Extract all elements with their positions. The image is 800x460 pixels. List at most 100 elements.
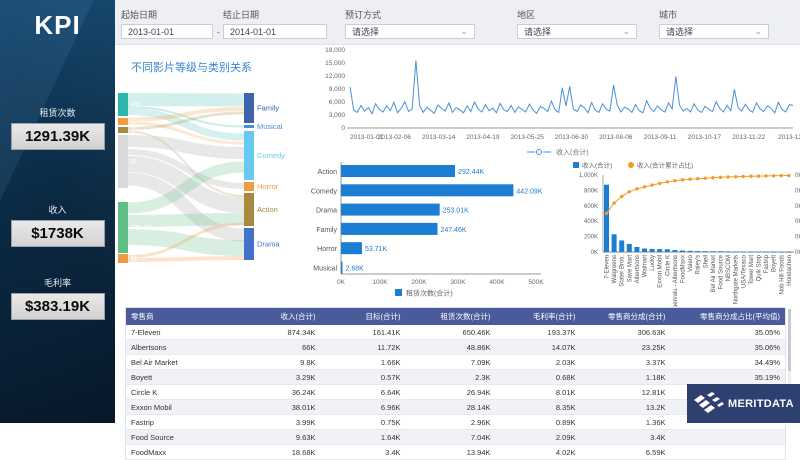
booking-method-select[interactable]: 请选择 ⌄ xyxy=(345,24,475,39)
svg-text:Raley's: Raley's xyxy=(696,255,702,275)
retailer-name-cell: Bel Air Market xyxy=(126,355,236,370)
table-row: Boyett3.29K0.57K2.3K0.68K1.18K35.19% xyxy=(126,370,786,385)
column-header: 零售商分成占比(平均值) xyxy=(671,308,786,326)
svg-text:2013-06-30: 2013-06-30 xyxy=(555,134,589,141)
svg-text:0: 0 xyxy=(341,125,345,132)
svg-text:15,000: 15,000 xyxy=(325,60,345,67)
svg-text:Comedy: Comedy xyxy=(311,188,338,195)
svg-text:Northgate Markets: Northgate Markets xyxy=(734,255,740,304)
svg-text:Musical: Musical xyxy=(313,266,337,273)
svg-text:0K: 0K xyxy=(795,219,800,225)
svg-text:Drama: Drama xyxy=(316,208,337,215)
metric-revenue: 收入 $1738K xyxy=(0,203,115,247)
value-cell: 2.03K xyxy=(496,355,581,370)
region-select[interactable]: 请选择 ⌄ xyxy=(517,24,637,39)
retailer-name-cell: Exxon Mobil xyxy=(126,400,236,415)
value-cell: 35.06% xyxy=(671,340,786,355)
svg-text:Family: Family xyxy=(257,104,279,113)
retailer-name-cell: Boyett xyxy=(126,370,236,385)
svg-text:292.44K: 292.44K xyxy=(458,169,484,176)
chevron-down-icon: ⌄ xyxy=(754,27,762,36)
svg-text:Family: Family xyxy=(316,227,337,234)
metric-rental-count: 租赁次数 1291.39K xyxy=(0,106,115,150)
svg-text:253.01K: 253.01K xyxy=(443,208,469,215)
column-header: 零售商分成(合计) xyxy=(581,308,671,326)
value-cell: 0.75K xyxy=(321,415,406,430)
value-cell: 28.14K xyxy=(406,400,496,415)
retailer-name-cell: Albertsons xyxy=(126,340,236,355)
revenue-line-chart: 18,00015,00012,0009,0006,0003,00002013-0… xyxy=(303,45,800,158)
svg-text:200K: 200K xyxy=(584,235,598,241)
value-cell: 3.4K xyxy=(321,445,406,460)
value-cell: 8.35K xyxy=(496,400,581,415)
value-cell: 193.37K xyxy=(496,325,581,340)
value-cell: 1.18K xyxy=(581,370,671,385)
svg-text:400K: 400K xyxy=(489,279,505,286)
value-cell: 66K xyxy=(236,340,321,355)
svg-text:2013-04-19: 2013-04-19 xyxy=(466,134,500,141)
retailer-name-cell: FoodMaxx xyxy=(126,445,236,460)
value-cell: 13.2K xyxy=(581,400,671,415)
svg-text:Walmart: Walmart xyxy=(643,255,649,277)
end-date-input[interactable]: 2014-01-01 xyxy=(223,24,327,39)
metric-gross-margin: 毛利率 $383.19K xyxy=(0,276,115,320)
svg-text:Tower Mart: Tower Mart xyxy=(749,255,755,285)
svg-text:Circle K: Circle K xyxy=(665,255,671,276)
start-date-input[interactable]: 2013-01-01 xyxy=(121,24,213,39)
value-cell: 18.68K xyxy=(236,445,321,460)
start-date-value: 2013-01-01 xyxy=(128,27,174,37)
svg-text:9,000: 9,000 xyxy=(329,86,346,93)
svg-text:Stater Bros.: Stater Bros. xyxy=(620,255,626,287)
svg-text:租赁次数(合计): 租赁次数(合计) xyxy=(406,289,453,298)
svg-text:2013-03-14: 2013-03-14 xyxy=(422,134,456,141)
svg-text:800K: 800K xyxy=(584,188,598,194)
city-select[interactable]: 请选择 ⌄ xyxy=(659,24,769,39)
svg-text:收入(合计): 收入(合计) xyxy=(556,148,589,157)
svg-text:PG: PG xyxy=(131,102,141,109)
value-cell: 35.05% xyxy=(671,325,786,340)
start-date-label: 起始日期 xyxy=(121,8,157,21)
svg-text:收入(合计): 收入(合计) xyxy=(582,161,612,170)
booking-method-value: 请选择 xyxy=(352,25,379,38)
svg-text:Albertsons: Albertsons xyxy=(635,255,641,283)
meritdata-logo-icon xyxy=(694,392,724,416)
value-cell: 14.07K xyxy=(496,340,581,355)
brand-logo: MERITDATA xyxy=(687,384,800,423)
column-header: 收入(合计) xyxy=(236,308,321,326)
end-date-label: 结止日期 xyxy=(223,8,259,21)
svg-text:100K: 100K xyxy=(372,279,388,286)
svg-text:0K: 0K xyxy=(795,250,800,256)
svg-text:2.68K: 2.68K xyxy=(346,266,365,273)
svg-text:Horror: Horror xyxy=(317,246,338,253)
app-title: KPI xyxy=(0,0,115,41)
film-rating-category-sankey: PGETRPG-13MFamilyMusicalComedyHorrorActi… xyxy=(118,85,303,280)
svg-text:2013-08-06: 2013-08-06 xyxy=(599,134,633,141)
value-cell: 7.09K xyxy=(406,355,496,370)
value-cell: 35.19% xyxy=(671,370,786,385)
svg-text:USA/Texaco: USA/Texaco xyxy=(741,254,747,288)
svg-text:Musical: Musical xyxy=(257,122,283,131)
value-cell: 306.63K xyxy=(581,325,671,340)
value-cell: 6.96K xyxy=(321,400,406,415)
table-row: Food Source9.63K1.64K7.04K2.09K3.4K xyxy=(126,430,786,445)
svg-text:18,000: 18,000 xyxy=(325,47,345,54)
value-cell: 0.68K xyxy=(496,370,581,385)
scrollbar-thumb[interactable] xyxy=(788,309,791,371)
value-cell: 36.24K xyxy=(236,385,321,400)
brand-text: MERITDATA xyxy=(728,398,794,410)
dashboard-body: 不同影片等级与类别关系 PGETRPG-13MFamilyMusicalCome… xyxy=(115,45,800,423)
value-cell: 650.46K xyxy=(406,325,496,340)
value-cell: 23.25K xyxy=(581,340,671,355)
metric-value: $383.19K xyxy=(11,293,105,320)
city-label: 城市 xyxy=(659,8,677,21)
metric-value: $1738K xyxy=(11,220,105,247)
retailer-name-cell: Fastrip xyxy=(126,415,236,430)
svg-text:E: E xyxy=(131,119,136,126)
svg-text:Lucky: Lucky xyxy=(650,255,656,271)
value-cell: 12.81K xyxy=(581,385,671,400)
svg-text:2013-02-06: 2013-02-06 xyxy=(378,134,412,141)
value-cell: 2.09K xyxy=(496,430,581,445)
value-cell: 0.57K xyxy=(321,370,406,385)
svg-text:0K: 0K xyxy=(795,204,800,210)
svg-text:400K: 400K xyxy=(584,219,598,225)
